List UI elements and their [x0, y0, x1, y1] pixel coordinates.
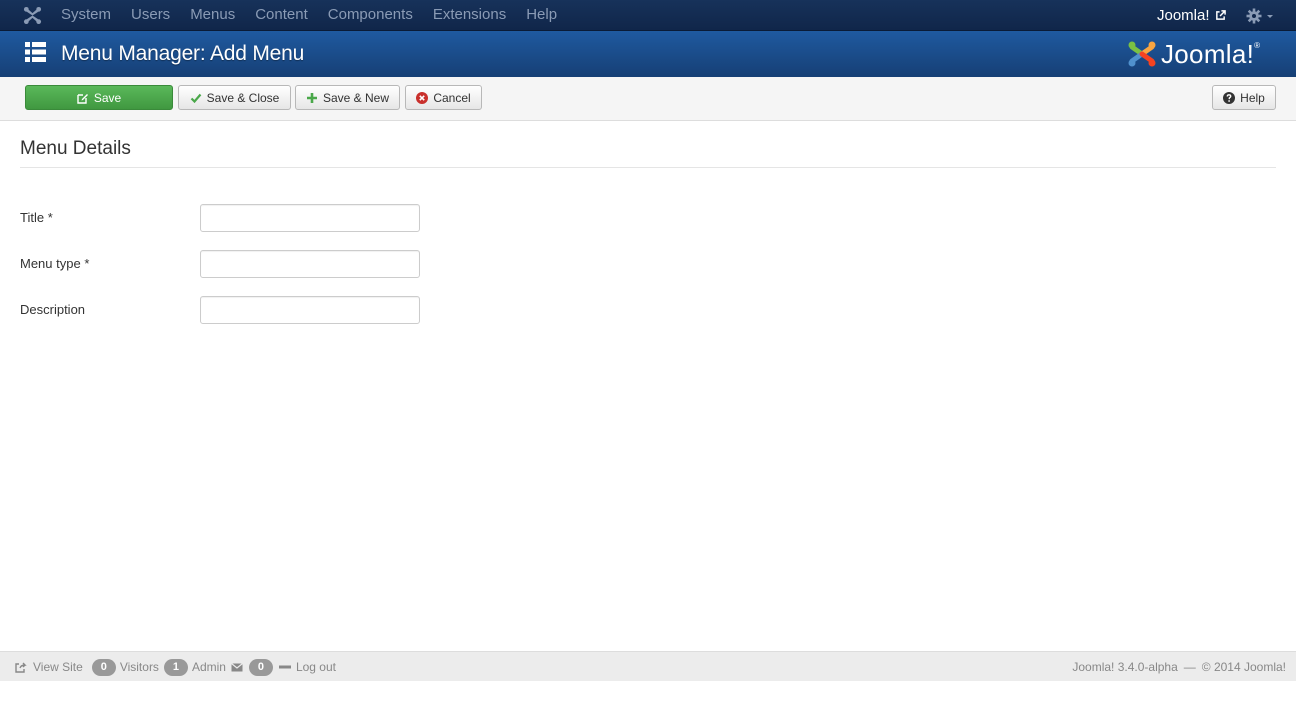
minus-icon	[278, 665, 291, 669]
logout-link[interactable]: Log out	[296, 660, 336, 674]
section-title: Menu Details	[20, 138, 131, 159]
share-icon	[15, 662, 27, 673]
joomla-logo-icon[interactable]	[23, 6, 42, 25]
status-right: Joomla! 3.4.0-alpha — © 2014 Joomla!	[1072, 652, 1286, 682]
page-header: Menu Manager: Add Menu Joomla! ®	[0, 31, 1296, 77]
top-navbar: System Users Menus Content Components Ex…	[0, 0, 1296, 31]
brand-name: Joomla!	[1161, 38, 1255, 69]
visitors-label: Visitors	[119, 660, 159, 674]
status-left: View Site 0 Visitors 1 Admin 0 Log out	[15, 652, 336, 682]
admin-label: Admin	[191, 660, 226, 674]
external-link-icon	[1215, 10, 1226, 20]
page-title: Menu Manager: Add Menu	[61, 42, 305, 65]
menu-users[interactable]: Users	[121, 0, 180, 31]
save-label: Save	[93, 90, 122, 105]
joomla-brand-logo-icon	[1128, 41, 1156, 67]
help-label: Help	[1240, 90, 1265, 105]
caret-down-icon	[1267, 14, 1273, 18]
footer-separator: —	[1183, 660, 1196, 674]
plus-icon	[306, 92, 317, 103]
status-bar: View Site 0 Visitors 1 Admin 0 Log out J…	[0, 651, 1296, 681]
menu-extensions[interactable]: Extensions	[423, 0, 516, 31]
messages-badge[interactable]: 0	[248, 658, 273, 676]
main-menu: System Users Menus Content Components Ex…	[51, 0, 567, 31]
title-input[interactable]	[200, 204, 420, 232]
title-label: Title *	[20, 210, 53, 225]
version-text: Joomla! 3.4.0-alpha	[1072, 660, 1178, 674]
cancel-label: Cancel	[433, 90, 471, 105]
save-new-button[interactable]: Save & New	[295, 85, 400, 110]
admin-badge: 1	[163, 658, 188, 676]
save-new-label: Save & New	[322, 90, 390, 105]
menu-type-input[interactable]	[200, 250, 420, 278]
menu-system[interactable]: System	[51, 0, 121, 31]
menu-content[interactable]: Content	[245, 0, 318, 31]
description-label: Description	[20, 302, 86, 317]
visitors-badge: 0	[91, 658, 116, 676]
toolbar: Save Save & Close Save & New Cancel Help	[0, 77, 1296, 121]
section-divider	[20, 167, 1276, 168]
gear-icon	[1246, 8, 1262, 23]
view-site-link[interactable]: Joomla!	[1157, 0, 1226, 31]
registered-mark: ®	[1254, 40, 1261, 50]
site-link-label: Joomla!	[1157, 7, 1210, 24]
joomla-brand: Joomla! ®	[1127, 36, 1260, 72]
save-button[interactable]: Save	[25, 85, 173, 110]
view-site-label: View Site	[33, 660, 83, 674]
menu-help[interactable]: Help	[516, 0, 567, 31]
settings-menu[interactable]	[1246, 6, 1275, 25]
menu-components[interactable]: Components	[318, 0, 423, 31]
save-close-button[interactable]: Save & Close	[178, 85, 291, 110]
envelope-icon	[231, 662, 243, 671]
menu-menus[interactable]: Menus	[180, 0, 245, 31]
question-circle-icon	[1223, 91, 1236, 104]
copyright-text: © 2014 Joomla!	[1201, 660, 1286, 674]
list-icon	[25, 42, 46, 62]
help-button[interactable]: Help	[1212, 85, 1276, 110]
save-close-label: Save & Close	[206, 90, 280, 105]
menu-type-label: Menu type *	[20, 256, 90, 271]
description-input[interactable]	[200, 296, 420, 324]
cancel-button[interactable]: Cancel	[405, 85, 482, 110]
check-icon	[190, 93, 201, 103]
cancel-circle-icon	[416, 91, 429, 104]
view-site-status-link[interactable]: View Site	[15, 660, 83, 674]
edit-icon	[77, 93, 88, 104]
